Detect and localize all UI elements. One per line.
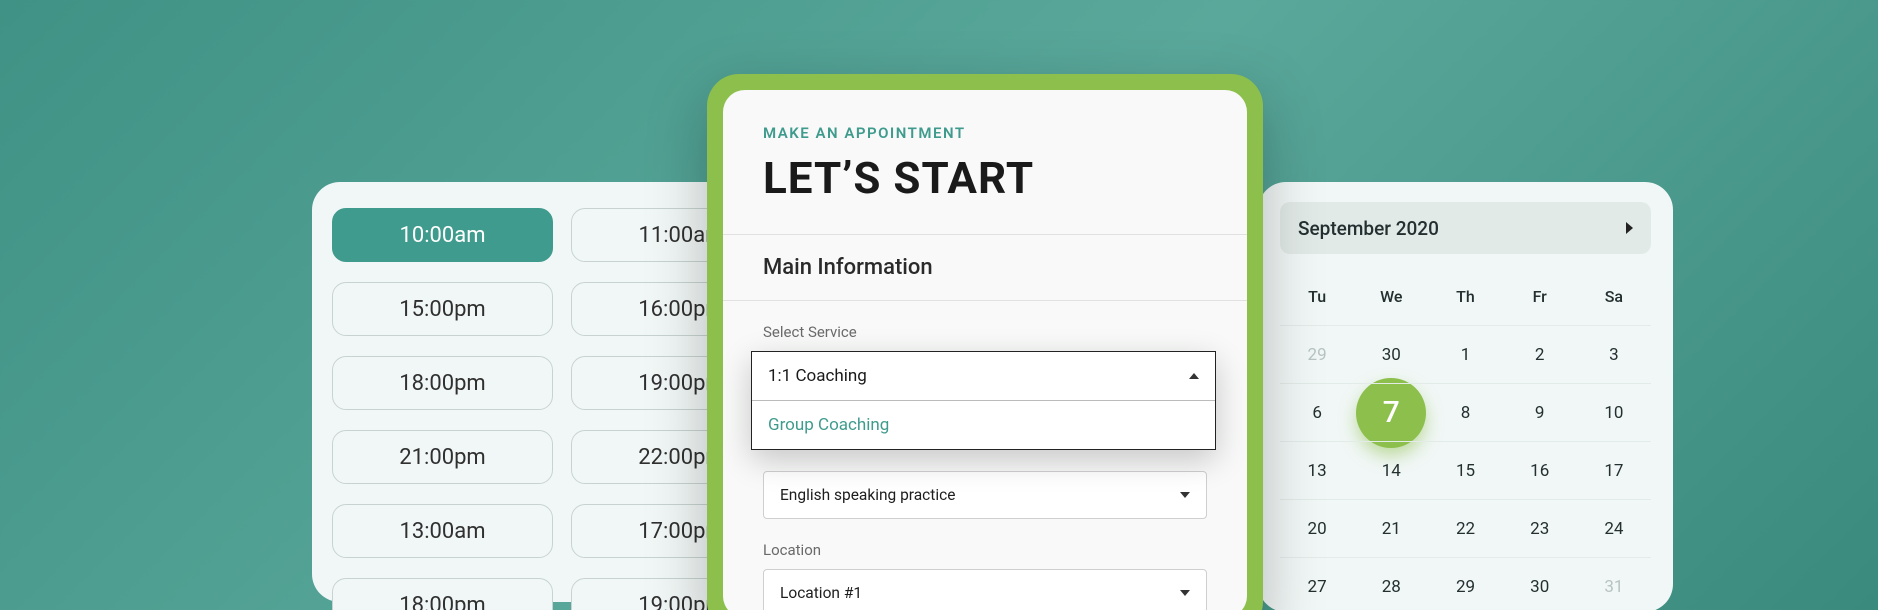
calendar-day-number: 15 [1456, 461, 1475, 481]
calendar-day[interactable]: 21 [1354, 500, 1428, 557]
calendar-day-number: 22 [1456, 519, 1475, 539]
time-slot[interactable]: 13:00am [332, 504, 553, 558]
time-slot[interactable]: 21:00pm [332, 430, 553, 484]
calendar-day[interactable]: 22 [1428, 500, 1502, 557]
calendar-day[interactable]: 7 [1354, 384, 1428, 441]
practice-select[interactable]: English speaking practice [763, 471, 1207, 519]
calendar-day-number: 30 [1530, 577, 1549, 597]
calendar-day[interactable]: 17 [1577, 442, 1651, 499]
calendar-day[interactable]: 20 [1280, 500, 1354, 557]
calendar-day[interactable]: 8 [1428, 384, 1502, 441]
calendar-day-number: 27 [1308, 577, 1327, 597]
calendar-day[interactable]: 15 [1428, 442, 1502, 499]
calendar-dow: Tu [1308, 287, 1326, 306]
calendar-day-number: 28 [1382, 577, 1401, 597]
calendar-day-number: 9 [1535, 403, 1545, 423]
location-selected-label: Location #1 [780, 584, 862, 602]
calendar-day-number: 10 [1604, 403, 1623, 423]
service-selected-label: 1:1 Coaching [768, 366, 867, 386]
calendar-dow: Fr [1533, 287, 1547, 306]
calendar-day-number: 7 [1383, 395, 1400, 430]
time-slot-label: 18:00pm [399, 371, 485, 396]
service-option-group-coaching[interactable]: Group Coaching [752, 401, 1215, 449]
calendar-day-number: 17 [1604, 461, 1623, 481]
calendar-day[interactable]: 31 [1577, 558, 1651, 610]
form-title: LET’S START [763, 152, 1207, 204]
calendar-day[interactable]: 30 [1354, 326, 1428, 383]
calendar-day[interactable]: 23 [1503, 500, 1577, 557]
calendar-day[interactable]: 30 [1503, 558, 1577, 610]
calendar-day-number: 13 [1308, 461, 1327, 481]
time-slot[interactable]: 10:00am [332, 208, 553, 262]
calendar-day[interactable]: 2 [1503, 326, 1577, 383]
calendar-card: September 2020 TuWeThFrSa 29301236789101… [1258, 182, 1673, 610]
calendar-day-number: 3 [1609, 345, 1619, 365]
service-select-open[interactable]: 1:1 Coaching Group Coaching [751, 351, 1216, 450]
chevron-up-icon [1189, 373, 1199, 379]
location-select[interactable]: Location #1 [763, 569, 1207, 610]
time-slot-label: 21:00pm [399, 445, 485, 470]
calendar-day[interactable]: 28 [1354, 558, 1428, 610]
time-slot-label: 18:00pm [399, 593, 485, 610]
practice-selected-label: English speaking practice [780, 486, 955, 504]
chevron-down-icon [1180, 492, 1190, 498]
calendar-day[interactable]: 29 [1280, 326, 1354, 383]
calendar-day-number: 29 [1308, 345, 1327, 365]
chevron-down-icon [1180, 590, 1190, 596]
calendar-day[interactable]: 1 [1428, 326, 1502, 383]
calendar-day[interactable]: 10 [1577, 384, 1651, 441]
calendar-day-number: 31 [1604, 577, 1623, 597]
calendar-day-number: 24 [1604, 519, 1623, 539]
calendar-dow: We [1380, 287, 1402, 306]
calendar-day-number: 29 [1456, 577, 1475, 597]
service-field-label: Select Service [763, 323, 1207, 341]
calendar-day-number: 30 [1382, 345, 1401, 365]
section-main-information: Main Information [723, 234, 1247, 301]
calendar-day-number: 20 [1308, 519, 1327, 539]
calendar-day-number: 16 [1530, 461, 1549, 481]
calendar-day[interactable]: 24 [1577, 500, 1651, 557]
calendar-month-label: September 2020 [1298, 217, 1439, 240]
calendar-day-number: 14 [1382, 461, 1401, 481]
calendar-day-number: 2 [1535, 345, 1545, 365]
time-slot[interactable]: 15:00pm [332, 282, 553, 336]
calendar-day-number: 6 [1312, 403, 1322, 423]
appointment-form-card: MAKE AN APPOINTMENT LET’S START Main Inf… [707, 74, 1263, 610]
calendar-next-icon[interactable] [1626, 222, 1633, 234]
time-slot-label: 15:00pm [399, 297, 485, 322]
calendar-day-number: 8 [1461, 403, 1471, 423]
calendar-day[interactable]: 14 [1354, 442, 1428, 499]
location-field-label: Location [763, 541, 1207, 559]
calendar-day[interactable]: 27 [1280, 558, 1354, 610]
calendar-day[interactable]: 9 [1503, 384, 1577, 441]
calendar-day-number: 1 [1461, 345, 1471, 365]
calendar-day[interactable]: 13 [1280, 442, 1354, 499]
calendar-day-number: 23 [1530, 519, 1549, 539]
calendar-day[interactable]: 29 [1428, 558, 1502, 610]
time-slot-label: 10:00am [399, 223, 485, 248]
calendar-day-number: 21 [1382, 519, 1401, 539]
time-slot-label: 13:00am [399, 519, 485, 544]
calendar-day[interactable]: 6 [1280, 384, 1354, 441]
calendar-dow: Th [1456, 287, 1475, 306]
time-slot[interactable]: 18:00pm [332, 356, 553, 410]
form-eyebrow: MAKE AN APPOINTMENT [763, 124, 1207, 142]
time-slot[interactable]: 18:00pm [332, 578, 553, 610]
calendar-dow: Sa [1605, 287, 1623, 306]
service-select-selected[interactable]: 1:1 Coaching [752, 352, 1215, 401]
calendar-day[interactable]: 16 [1503, 442, 1577, 499]
calendar-day[interactable]: 3 [1577, 326, 1651, 383]
